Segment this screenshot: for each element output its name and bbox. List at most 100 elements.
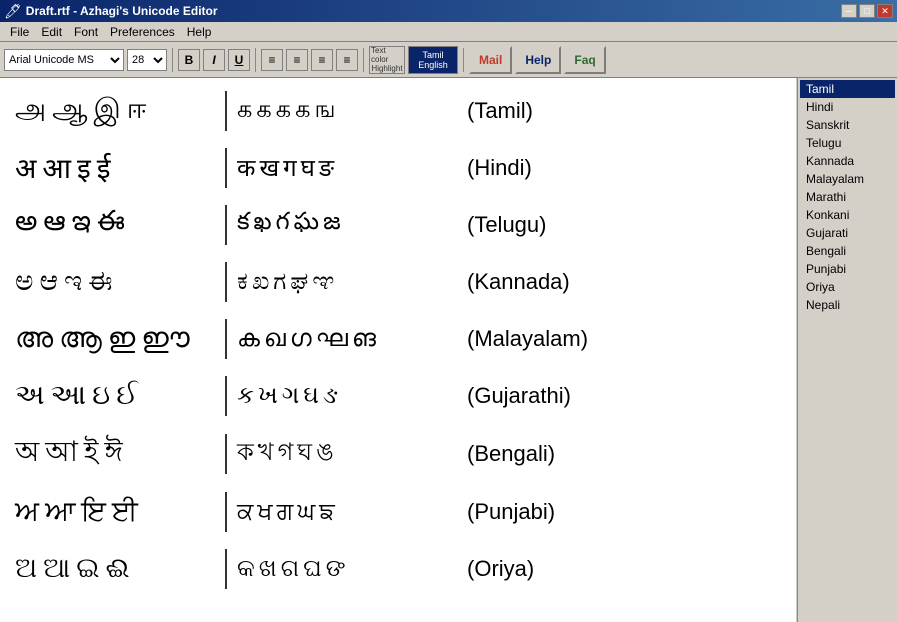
- sidebar-item-punjabi[interactable]: Punjabi: [800, 260, 895, 278]
- menu-help[interactable]: Help: [181, 23, 218, 41]
- menu-preferences[interactable]: Preferences: [104, 23, 181, 41]
- script-char: അ: [15, 322, 53, 355]
- script-char: ঙ: [316, 434, 334, 474]
- script-char: இ: [94, 93, 121, 129]
- mail-button[interactable]: Mail: [469, 46, 512, 74]
- script-row-4: അആഇഈകഖഗഘങ(Malayalam): [15, 316, 781, 361]
- script-char: ங: [314, 96, 335, 126]
- editor-area[interactable]: அஆஇஈககககங(Tamil)अआइईकखगघङ(Hindi)అఆఇఈకఖగఘ…: [0, 78, 797, 622]
- script-char: ఖ: [254, 208, 272, 241]
- align-left-button[interactable]: ≡: [261, 49, 283, 71]
- script-char: ਘ: [297, 498, 315, 526]
- script-char: ঘ: [297, 434, 312, 474]
- script-label-6: (Bengali): [457, 441, 555, 467]
- script-divider-4: [225, 319, 227, 359]
- window-title: Draft.rtf - Azhagi's Unicode Editor: [26, 4, 218, 18]
- script-char: अ: [15, 149, 36, 187]
- script-char: க: [276, 96, 291, 126]
- toolbar-sep-1: [172, 48, 173, 72]
- help-button[interactable]: Help: [515, 46, 561, 74]
- italic-button[interactable]: I: [203, 49, 225, 71]
- script-char: ક: [237, 382, 254, 410]
- menu-edit[interactable]: Edit: [35, 23, 68, 41]
- lang-top-label: Tamil: [422, 50, 443, 60]
- minimize-button[interactable]: ─: [841, 4, 857, 18]
- justify-button[interactable]: ≡: [336, 49, 358, 71]
- script-row-3: ಅಆಇಈಕಖಗಘಞ(Kannada): [15, 259, 781, 304]
- script-char: ഖ: [264, 325, 286, 353]
- script-row-5: અઆઇઈકખગઘઙ(Gujarathi): [15, 373, 781, 418]
- script-char: ઙ: [323, 382, 338, 410]
- script-col1-7: ਅਆਇਈ: [15, 495, 215, 528]
- sidebar-item-telugu[interactable]: Telugu: [800, 134, 895, 152]
- bold-button[interactable]: B: [178, 49, 200, 71]
- script-col2-6: কখগঘঙ: [237, 434, 457, 474]
- sidebar-item-kannada[interactable]: Kannada: [800, 152, 895, 170]
- script-row-7: ਅਆਇਈਕਖਗਘਙ(Punjabi): [15, 489, 781, 534]
- script-char: ग: [283, 151, 297, 184]
- script-char: ഘ: [316, 325, 348, 353]
- sidebar: TamilHindiSanskritTeluguKannadaMalayalam…: [797, 78, 897, 622]
- script-char: ಇ: [64, 265, 82, 298]
- sidebar-item-tamil[interactable]: Tamil: [800, 80, 895, 98]
- sidebar-item-hindi[interactable]: Hindi: [800, 98, 895, 116]
- script-char: ഈ: [141, 322, 189, 355]
- script-char: આ: [51, 379, 87, 412]
- sidebar-item-bengali[interactable]: Bengali: [800, 242, 895, 260]
- script-char: ગ: [282, 382, 300, 410]
- menu-file[interactable]: File: [4, 23, 35, 41]
- script-char: க: [237, 96, 252, 126]
- sidebar-item-sanskrit[interactable]: Sanskrit: [800, 116, 895, 134]
- script-col1-3: ಅಆಇಈ: [15, 265, 215, 298]
- script-char: ई: [97, 149, 111, 187]
- faq-button[interactable]: Faq: [564, 46, 605, 74]
- script-char: ਅ: [15, 495, 39, 528]
- script-char: ਈ: [112, 495, 138, 528]
- script-char: ঈ: [105, 430, 123, 477]
- script-label-4: (Malayalam): [457, 326, 588, 352]
- script-char: ಆ: [39, 265, 57, 298]
- script-label-8: (Oriya): [457, 556, 534, 582]
- script-col2-7: ਕਖਗਘਙ: [237, 498, 457, 526]
- maximize-button[interactable]: □: [859, 4, 875, 18]
- size-select[interactable]: 28: [127, 49, 167, 71]
- script-char: আ: [45, 430, 78, 477]
- sidebar-item-marathi[interactable]: Marathi: [800, 188, 895, 206]
- script-divider-1: [225, 148, 227, 188]
- text-color-button[interactable]: Text color Highlight: [369, 46, 405, 74]
- sidebar-item-nepali[interactable]: Nepali: [800, 296, 895, 314]
- script-char: ഗ: [290, 325, 312, 353]
- script-char: ઘ: [303, 382, 319, 410]
- script-char: ङ: [319, 151, 334, 184]
- language-toggle-button[interactable]: Tamil English: [408, 46, 458, 74]
- script-col2-2: కఖగఘజ: [237, 208, 457, 241]
- script-char: அ: [15, 93, 46, 129]
- script-char: க: [295, 96, 310, 126]
- script-row-6: অআইঈকখগঘঙ(Bengali): [15, 430, 781, 477]
- script-char: ਙ: [319, 498, 335, 526]
- sidebar-item-gujarati[interactable]: Gujarati: [800, 224, 895, 242]
- menu-font[interactable]: Font: [68, 23, 104, 41]
- font-select[interactable]: Arial Unicode MS: [4, 49, 124, 71]
- script-char: க: [256, 96, 271, 126]
- close-button[interactable]: ✕: [877, 4, 893, 18]
- script-char: घ: [301, 151, 315, 184]
- script-char: ক: [237, 434, 254, 474]
- align-center-button[interactable]: ≡: [286, 49, 308, 71]
- script-char: ಖ: [252, 268, 269, 296]
- script-char: ଘ: [303, 555, 322, 583]
- script-char: ಘ: [290, 268, 308, 296]
- script-char: ਗ: [277, 498, 294, 526]
- menu-bar: File Edit Font Preferences Help: [0, 22, 897, 42]
- underline-button[interactable]: U: [228, 49, 250, 71]
- script-char: ખ: [258, 382, 278, 410]
- script-char: ଙ: [326, 555, 346, 583]
- sidebar-item-malayalam[interactable]: Malayalam: [800, 170, 895, 188]
- script-label-1: (Hindi): [457, 155, 532, 181]
- align-right-button[interactable]: ≡: [311, 49, 333, 71]
- script-row-8: ଅଆଇଈକଖଗଘଙ(Oriya): [15, 546, 781, 591]
- script-char: ଅ: [15, 552, 37, 585]
- script-char: ಅ: [15, 265, 33, 298]
- sidebar-item-oriya[interactable]: Oriya: [800, 278, 895, 296]
- sidebar-item-konkani[interactable]: Konkani: [800, 206, 895, 224]
